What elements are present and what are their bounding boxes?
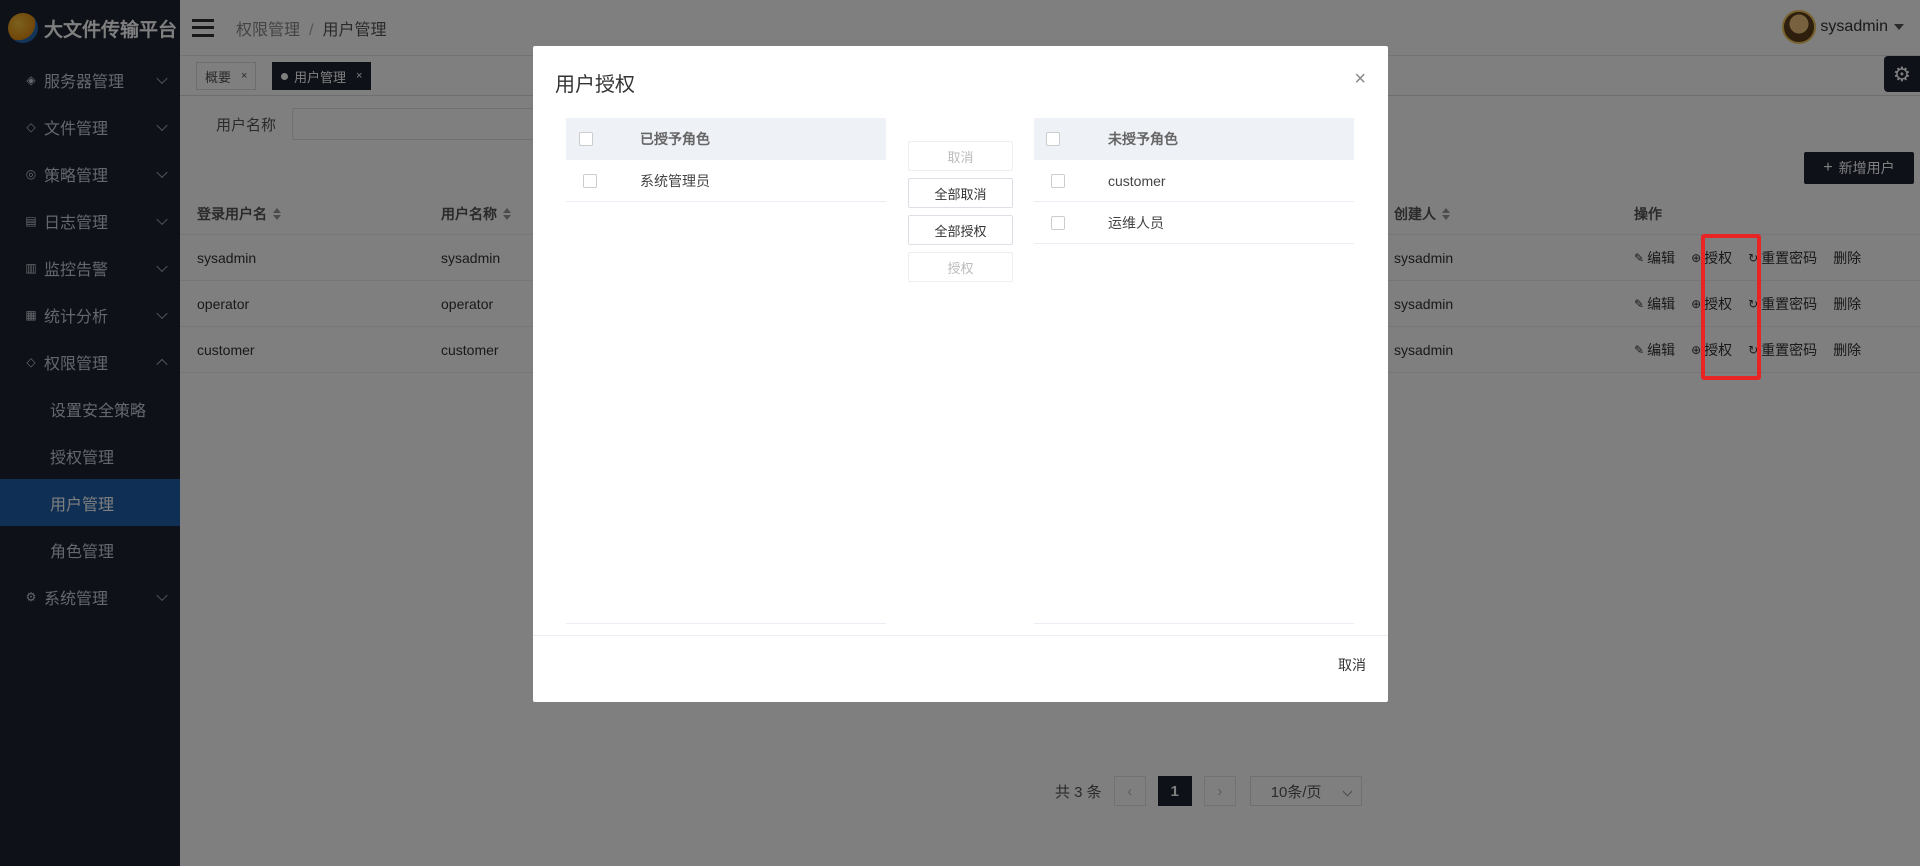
list-item: customer (1034, 160, 1354, 202)
granted-roles-panel: 已授予角色 系统管理员 (566, 118, 886, 624)
select-all-checkbox[interactable] (1046, 132, 1060, 146)
dialog-footer-divider (533, 635, 1388, 636)
dialog-cancel-button[interactable]: 取消 (1338, 655, 1366, 675)
highlight-annotation (1701, 234, 1761, 380)
ungranted-roles-header: 未授予角色 (1034, 118, 1354, 160)
row-checkbox[interactable] (583, 173, 597, 188)
grant-selected-button[interactable]: 授权 (908, 252, 1013, 282)
list-item: 系统管理员 (566, 160, 886, 202)
close-icon[interactable]: × (1354, 68, 1366, 91)
cancel-selected-button[interactable]: 取消 (908, 141, 1013, 171)
row-checkbox[interactable] (1051, 215, 1065, 230)
select-all-checkbox[interactable] (579, 132, 593, 146)
list-item: 运维人员 (1034, 202, 1354, 244)
cancel-all-button[interactable]: 全部取消 (908, 178, 1013, 208)
dialog-title: 用户授权 (555, 74, 635, 96)
granted-roles-header: 已授予角色 (566, 118, 886, 160)
row-checkbox[interactable] (1051, 173, 1065, 188)
user-authorization-dialog: 用户授权 × 已授予角色 系统管理员 取消 全部取消 全部授权 授权 未授予角色… (533, 46, 1388, 702)
ungranted-roles-panel: 未授予角色 customer 运维人员 (1034, 118, 1354, 624)
grant-all-button[interactable]: 全部授权 (908, 215, 1013, 245)
